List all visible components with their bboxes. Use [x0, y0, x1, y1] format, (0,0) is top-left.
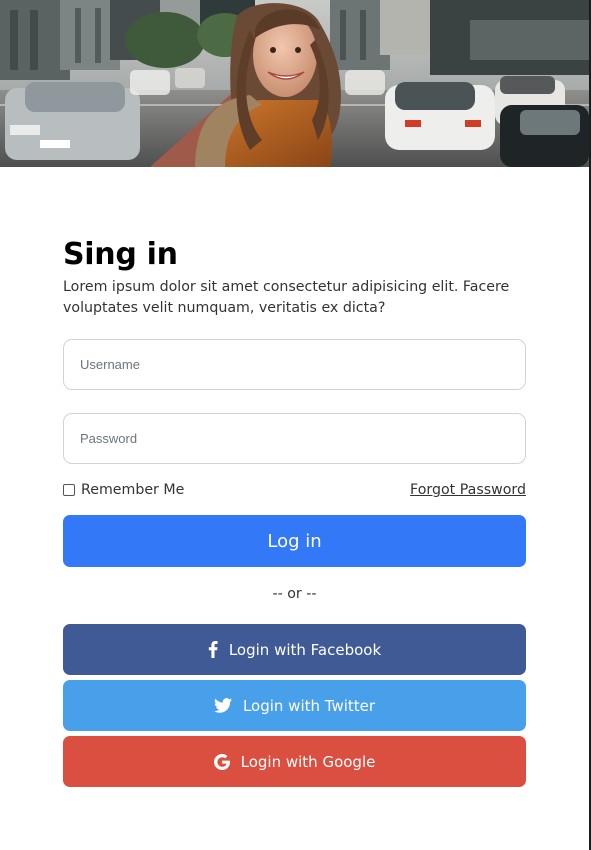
forgot-password-link[interactable]: Forgot Password: [410, 482, 526, 498]
remember-me-label: Remember Me: [81, 482, 185, 498]
login-button-label: Log in: [267, 530, 322, 552]
login-twitter-button[interactable]: Login with Twitter: [63, 680, 526, 731]
facebook-icon: [208, 641, 218, 658]
password-input[interactable]: [64, 414, 525, 463]
login-google-button[interactable]: Login with Google: [63, 736, 526, 787]
twitter-icon: [213, 698, 232, 713]
page-title: Sing in: [63, 237, 178, 272]
page-subtitle: Lorem ipsum dolor sit amet consectetur a…: [63, 279, 510, 316]
signin-form: Sing in Lorem ipsum dolor sit amet conse…: [63, 236, 526, 787]
hero-image: [0, 0, 589, 167]
login-page: Sing in Lorem ipsum dolor sit amet conse…: [0, 0, 591, 850]
remember-me-checkbox[interactable]: [63, 484, 75, 496]
login-button[interactable]: Log in: [63, 515, 526, 567]
remember-me[interactable]: Remember Me: [63, 482, 184, 498]
form-options: Remember Me Forgot Password: [63, 482, 526, 502]
login-facebook-label: Login with Facebook: [228, 640, 382, 659]
login-facebook-button[interactable]: Login with Facebook: [63, 624, 526, 675]
username-input[interactable]: [64, 340, 525, 389]
google-icon: [213, 753, 230, 770]
username-field[interactable]: [63, 339, 526, 390]
login-twitter-label: Login with Twitter: [242, 696, 376, 715]
password-field[interactable]: [63, 413, 526, 464]
login-google-label: Login with Google: [240, 752, 376, 771]
or-divider: -- or --: [272, 586, 317, 602]
